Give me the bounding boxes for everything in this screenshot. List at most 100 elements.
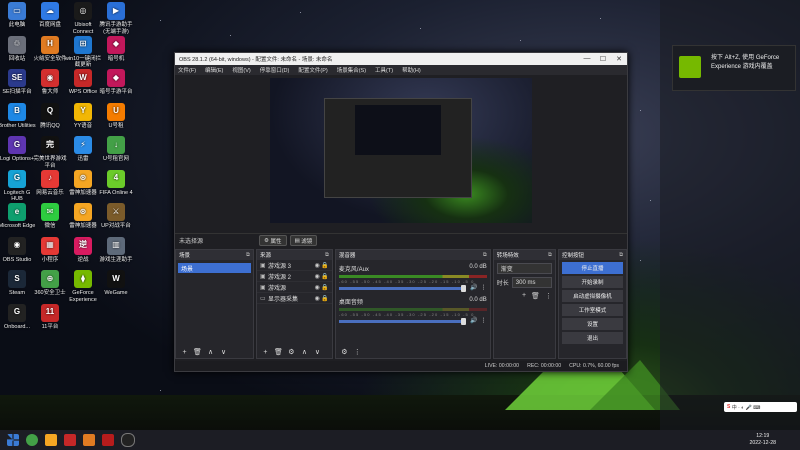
- system-clock[interactable]: 12:19 2022-12-28: [749, 433, 776, 447]
- taskbar-app-360-icon[interactable]: [26, 434, 38, 446]
- menu-view[interactable]: 视图(V): [232, 66, 250, 74]
- undock-icon[interactable]: ⧉: [619, 252, 623, 259]
- speaker-icon[interactable]: 🔊: [470, 284, 477, 291]
- sources-dock-header: 来源 ⧉: [256, 250, 332, 260]
- remove-transition-icon[interactable]: 🗑: [531, 292, 540, 300]
- move-up-icon[interactable]: ∧: [299, 348, 310, 357]
- studio-mode-button[interactable]: 工作室模式: [561, 304, 624, 316]
- desktop-icon[interactable]: ◆ 暗号手游平台: [97, 69, 135, 96]
- scenes-title: 场景: [179, 253, 191, 259]
- menu-file[interactable]: 文件(F): [178, 66, 196, 74]
- app-icon: ⚔: [107, 203, 125, 221]
- duration-value: 300 ms: [515, 279, 536, 286]
- desktop-icon[interactable]: ▶ 腾讯手游助手 (无端手游): [97, 2, 135, 35]
- move-down-icon[interactable]: ∨: [312, 348, 323, 357]
- taskbar-app-folder-icon[interactable]: [83, 434, 95, 446]
- remove-scene-icon[interactable]: 🗑: [192, 348, 203, 357]
- scene-item-label: 场景: [181, 266, 194, 273]
- no-source-selected-label: 未选择源: [179, 239, 204, 245]
- app-icon: B: [8, 102, 26, 121]
- mic-channel-db: 0.0 dB: [469, 264, 487, 270]
- app-icon: 逆: [74, 236, 92, 255]
- taskbar-app-g-icon[interactable]: [45, 434, 57, 446]
- controls-dock: 控制按钮 ⧉ 停止直播 开始录制 启动虚拟摄像机 工作室模式 设置 退出: [557, 249, 628, 359]
- move-up-icon[interactable]: ∧: [205, 348, 216, 357]
- taskbar: 12:19 2022-12-28: [0, 430, 800, 450]
- sources-footer: + 🗑 ⚙ ∧ ∨: [257, 346, 332, 358]
- taskbar-app-tool-icon[interactable]: [102, 434, 114, 446]
- source-item[interactable]: ▣ 游戏源 ◉ 🔒: [256, 282, 332, 293]
- obs-titlebar[interactable]: OBS 28.1.2 (64-bit, windows) - 配置文件: 未命名…: [175, 53, 627, 65]
- menu-tools[interactable]: 工具(T): [375, 66, 393, 74]
- desktop-icon[interactable]: U U号租: [97, 102, 135, 130]
- mic-volume-slider[interactable]: [338, 285, 467, 292]
- ime-toolbar[interactable]: S 中 · ◐ 🎤 ⌨: [724, 402, 797, 412]
- eye-lock-icon[interactable]: ◉ 🔒: [315, 273, 329, 280]
- app-icon: ✉: [41, 203, 59, 221]
- eye-lock-icon[interactable]: ◉ 🔒: [315, 262, 329, 269]
- menu-scene-collection[interactable]: 场景集合(S): [337, 66, 366, 74]
- desktop-meter-scale: -60 -55 -50 -45 -40 -35 -30 -25 -20 -15 …: [338, 312, 475, 317]
- undock-icon[interactable]: ⧉: [483, 252, 487, 259]
- obs-preview[interactable]: [270, 78, 532, 223]
- source-label: 游戏源 3: [267, 263, 291, 270]
- scene-item[interactable]: 场景: [178, 263, 251, 273]
- controls-title: 控制按钮: [561, 253, 584, 259]
- desktop-icon[interactable]: 11 11平台: [31, 303, 69, 331]
- desktop-icon[interactable]: ↓ U号租官网: [97, 136, 135, 163]
- filters-button[interactable]: ▤ 滤镜: [289, 235, 318, 246]
- geforce-notification[interactable]: 按下 Alt+Z, 使用 GeForce Experience 游戏内覆盖: [672, 45, 796, 91]
- app-icon: ⊞: [74, 35, 92, 54]
- properties-button[interactable]: ⚙ 属性: [259, 235, 287, 246]
- duration-field[interactable]: 300 ms: [511, 277, 552, 288]
- remove-source-icon[interactable]: 🗑: [273, 348, 284, 357]
- menu-help[interactable]: 帮助(H): [402, 66, 421, 74]
- add-transition-icon[interactable]: +: [522, 292, 526, 300]
- source-item[interactable]: ▭ 显示器采集 ◉ 🔒: [256, 293, 332, 304]
- kebab-icon[interactable]: ⋮: [481, 284, 487, 291]
- source-item[interactable]: ▣ 游戏源 2 ◉ 🔒: [256, 271, 332, 282]
- taskbar-app-game-icon[interactable]: [64, 434, 76, 446]
- stop-streaming-button[interactable]: 停止直播: [561, 262, 624, 274]
- obs-window: OBS 28.1.2 (64-bit, windows) - 配置文件: 未命名…: [174, 52, 628, 372]
- menu-edit[interactable]: 编辑(E): [205, 66, 223, 74]
- add-source-icon[interactable]: +: [260, 348, 271, 357]
- taskbar-obs-icon[interactable]: [121, 433, 135, 447]
- undock-icon[interactable]: ⧉: [548, 252, 552, 259]
- desktop-icon-label: UP对战平台: [101, 223, 131, 229]
- mixer-menu-icon[interactable]: ⋮: [352, 348, 363, 357]
- settings-button[interactable]: 设置: [561, 318, 624, 330]
- add-scene-icon[interactable]: +: [179, 348, 190, 357]
- speaker-icon[interactable]: 🔊: [470, 317, 477, 324]
- properties-button-label: 属性: [270, 238, 282, 245]
- exit-button[interactable]: 退出: [561, 332, 624, 344]
- start-menu-icon[interactable]: [7, 434, 19, 446]
- desktop-icon[interactable]: ▥ 游戏生涯助手: [97, 236, 135, 264]
- desktop-icon[interactable]: ⚔ UP对战平台: [97, 203, 135, 230]
- eye-lock-icon[interactable]: ◉ 🔒: [315, 295, 329, 302]
- transitions-title: 转场特效: [496, 253, 519, 259]
- maximize-icon[interactable]: ☐: [595, 55, 611, 63]
- virtual-camera-button[interactable]: 启动虚拟摄像机: [561, 290, 624, 302]
- transition-menu-icon[interactable]: ⋮: [545, 292, 552, 300]
- move-down-icon[interactable]: ∨: [218, 348, 229, 357]
- menu-docks[interactable]: 停靠窗口(D): [260, 66, 290, 74]
- minimize-icon[interactable]: —: [579, 55, 595, 63]
- eye-lock-icon[interactable]: ◉ 🔒: [315, 284, 329, 291]
- undock-icon[interactable]: ⧉: [246, 252, 250, 259]
- source-settings-icon[interactable]: ⚙: [286, 348, 297, 357]
- mixer-settings-icon[interactable]: ⚙: [339, 348, 350, 357]
- desktop-icon[interactable]: 4 FIFA Online 4: [97, 169, 135, 197]
- transitions-dock-header: 转场特效 ⧉: [493, 250, 555, 260]
- transitions-dock: 转场特效 ⧉ 渐变 时长 300 ms + 🗑 ⋮: [492, 249, 556, 359]
- close-icon[interactable]: ✕: [611, 55, 627, 63]
- desktop-icon[interactable]: ◆ 暗号机: [97, 35, 135, 63]
- kebab-icon[interactable]: ⋮: [481, 317, 487, 324]
- start-recording-button[interactable]: 开始录制: [561, 276, 624, 288]
- transition-select[interactable]: 渐变: [496, 263, 552, 274]
- undock-icon[interactable]: ⧉: [325, 252, 329, 259]
- menu-profile[interactable]: 配置文件(P): [298, 66, 327, 74]
- source-item[interactable]: ▣ 游戏源 3 ◉ 🔒: [256, 260, 332, 271]
- desktop-volume-slider[interactable]: [338, 318, 467, 325]
- desktop-icon[interactable]: W WeGame: [97, 270, 135, 297]
